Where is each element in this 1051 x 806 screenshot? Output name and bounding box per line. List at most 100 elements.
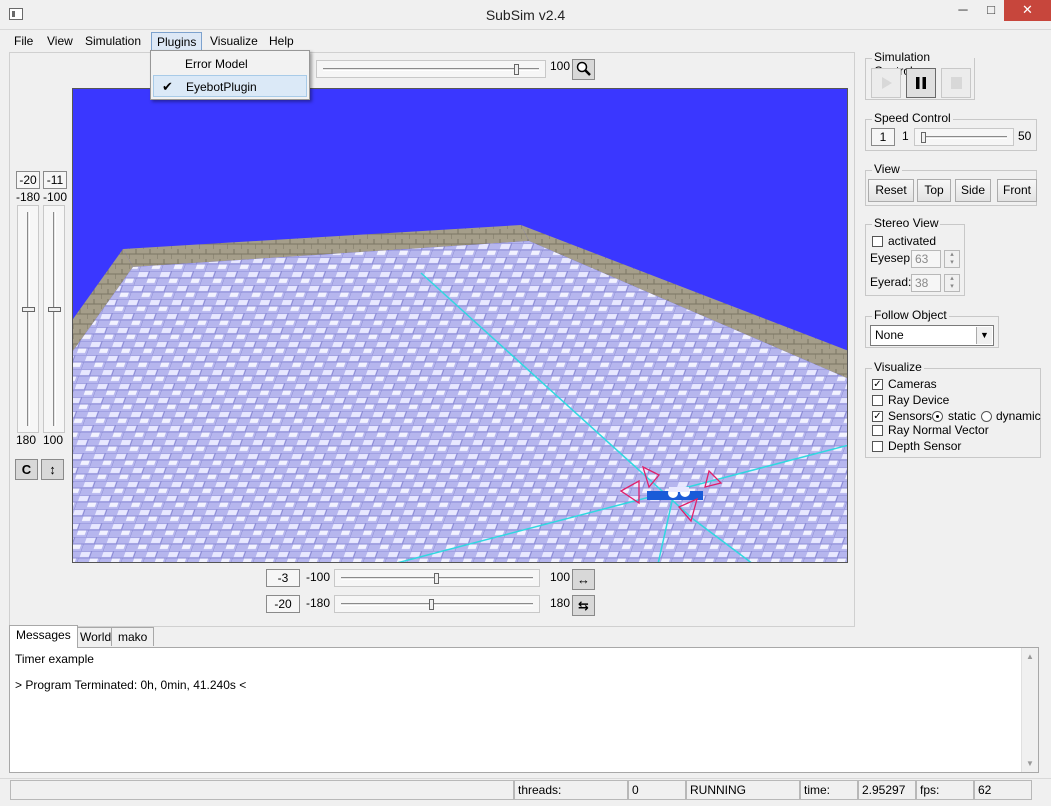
checkmark-icon: ✔ (162, 79, 173, 94)
menu-bar: File View Simulation Plugins Visualize H… (0, 30, 1051, 51)
tilt-max-label: 100 (43, 433, 64, 447)
zoom-slider-thumb[interactable] (513, 64, 519, 75)
close-button[interactable]: ✕ (1004, 0, 1051, 21)
dynamic-label: dynamic (996, 409, 1041, 423)
speed-slider-thumb[interactable] (921, 132, 926, 143)
messages-panel[interactable]: Timer example > Program Terminated: 0h, … (9, 647, 1039, 773)
pitch-min-label: -180 (16, 190, 41, 204)
message-line: > Program Terminated: 0h, 0min, 41.240s … (15, 678, 247, 692)
yaw-slider[interactable] (334, 595, 540, 613)
simulation-control-group: Simulation Control (865, 50, 975, 100)
yaw-slider-thumb[interactable] (429, 599, 434, 610)
tilt-value[interactable]: -11 (43, 171, 67, 189)
tab-mako[interactable]: mako (111, 627, 155, 646)
menu-visualize[interactable]: Visualize (205, 32, 263, 51)
horizontal-move-icon[interactable]: ↔ (572, 569, 595, 590)
message-line: Timer example (15, 652, 94, 666)
view-side-button[interactable]: Side (955, 179, 991, 202)
dynamic-radio[interactable] (981, 411, 992, 422)
fps-label: fps: (916, 780, 974, 800)
stereo-activated-checkbox[interactable]: activated (872, 234, 962, 249)
tilt-min-label: -100 (43, 190, 68, 204)
window-title: SubSim v2.4 (485, 7, 566, 23)
speed-control-group: Speed Control 1 1 50 (865, 111, 1037, 151)
horizontal-rotate-icon[interactable]: ⇆ (572, 595, 595, 616)
pool-scene (73, 89, 847, 562)
follow-object-select[interactable]: None ▼ (870, 325, 994, 346)
ray-normal-checkbox[interactable]: Ray Normal Vector (872, 423, 1012, 438)
sensors-checkbox[interactable]: ✓ Sensors (872, 409, 932, 424)
group-title: View (872, 162, 902, 176)
maximize-button[interactable]: □ (978, 0, 1004, 21)
messages-scrollbar[interactable]: ▲ ▼ (1021, 648, 1038, 772)
time-value: 2.95297 (858, 780, 916, 800)
scroll-down-icon[interactable]: ▼ (1022, 755, 1038, 772)
pitch-slider[interactable] (17, 205, 39, 433)
pan-slider-thumb[interactable] (434, 573, 439, 584)
checkbox-label: activated (888, 234, 937, 248)
checkbox-label: Ray Normal Vector (888, 423, 989, 437)
plugins-dropdown: Error Model ✔ EyebotPlugin (150, 50, 310, 100)
cameras-checkbox[interactable]: ✓ Cameras (872, 377, 972, 392)
eyesep-spinner[interactable]: ▴ ▾ (944, 250, 960, 268)
yaw-max-label: 180 (550, 596, 571, 610)
pitch-value[interactable]: -20 (16, 171, 40, 189)
simulation-viewport[interactable] (72, 88, 848, 563)
follow-object-group: Follow Object None ▼ (865, 308, 999, 348)
vertical-move-icon[interactable]: ↕ (41, 459, 64, 480)
stop-button[interactable] (941, 68, 971, 98)
checkbox-box: ✓ (872, 411, 883, 422)
time-label: time: (800, 780, 858, 800)
pitch-slider-thumb[interactable] (22, 307, 35, 312)
view-front-button[interactable]: Front (997, 179, 1037, 202)
magnifier-icon[interactable] (572, 59, 595, 80)
depth-sensor-checkbox[interactable]: Depth Sensor (872, 439, 1012, 454)
menu-file[interactable]: File (9, 32, 38, 51)
checkbox-box (872, 395, 883, 406)
group-title: Stereo View (872, 216, 941, 230)
pan-min-label: -100 (306, 570, 331, 584)
speed-value[interactable]: 1 (871, 128, 895, 146)
menu-item-eyebotplugin[interactable]: ✔ EyebotPlugin (153, 75, 307, 97)
static-label: static (948, 409, 977, 423)
menu-view[interactable]: View (42, 32, 78, 51)
pan-value[interactable]: -3 (266, 569, 300, 587)
checkbox-box (872, 236, 883, 247)
pan-max-label: 100 (550, 570, 571, 584)
app-window: SubSim v2.4 ─ □ ✕ File View Simulation P… (0, 0, 1051, 806)
run-state: RUNNING (686, 780, 800, 800)
menu-item-error-model[interactable]: Error Model (153, 53, 307, 75)
eyesep-input[interactable]: 63 (911, 250, 941, 268)
static-radio[interactable] (932, 411, 943, 422)
eyerad-spinner[interactable]: ▴ ▾ (944, 274, 960, 292)
menu-plugins[interactable]: Plugins (151, 32, 203, 51)
speed-min-label: 1 (902, 129, 909, 143)
tilt-slider-thumb[interactable] (48, 307, 61, 312)
status-empty (10, 780, 514, 800)
pitch-max-label: 180 (16, 433, 37, 447)
rotate-c-icon[interactable]: C (15, 459, 38, 480)
chevron-down-icon[interactable]: ▼ (976, 327, 992, 344)
pause-button[interactable] (906, 68, 936, 98)
group-title: Speed Control (872, 111, 953, 125)
menu-help[interactable]: Help (264, 32, 299, 51)
checkbox-label: Cameras (888, 377, 937, 391)
tab-messages[interactable]: Messages (9, 625, 78, 648)
eyerad-input[interactable]: 38 (911, 274, 941, 292)
zoom-slider[interactable] (316, 60, 546, 78)
minimize-button[interactable]: ─ (950, 0, 976, 21)
eyerad-label: Eyerad: (870, 275, 912, 289)
ray-device-checkbox[interactable]: Ray Device (872, 393, 972, 408)
stop-icon (951, 77, 962, 89)
play-button[interactable] (871, 68, 901, 98)
view-top-button[interactable]: Top (917, 179, 951, 202)
speed-slider[interactable] (914, 128, 1014, 146)
scroll-up-icon[interactable]: ▲ (1022, 648, 1038, 665)
pan-slider[interactable] (334, 569, 540, 587)
view-group: View Reset Top Side Front (865, 162, 1037, 206)
view-reset-button[interactable]: Reset (868, 179, 914, 202)
menu-simulation[interactable]: Simulation (80, 32, 146, 51)
yaw-value[interactable]: -20 (266, 595, 300, 613)
tilt-slider[interactable] (43, 205, 65, 433)
threads-value: 0 (628, 780, 686, 800)
